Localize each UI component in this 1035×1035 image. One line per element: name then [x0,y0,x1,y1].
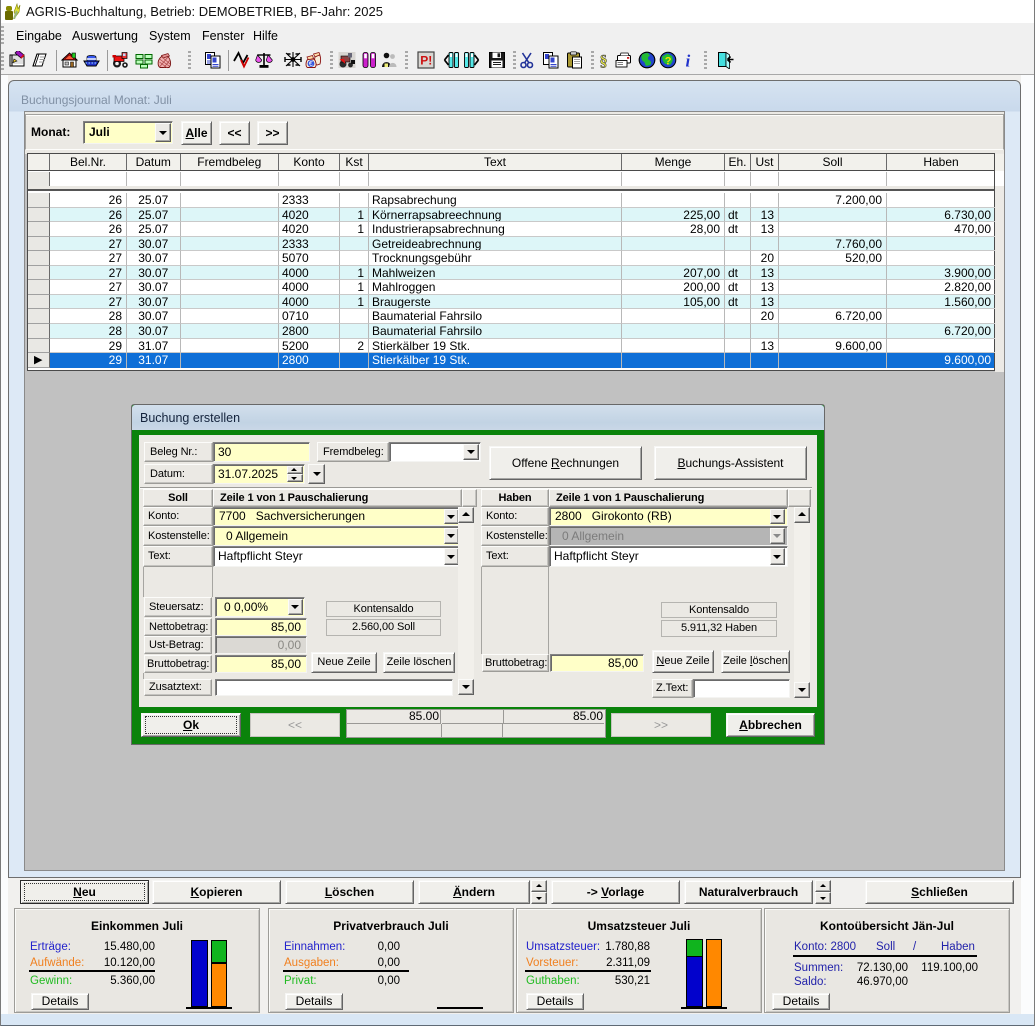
svg-text:?: ? [665,56,672,68]
svg-text:i: i [686,52,691,70]
svg-text:§: § [600,53,608,69]
svg-text:€: € [309,61,313,68]
svg-text:P!: P! [420,54,432,68]
